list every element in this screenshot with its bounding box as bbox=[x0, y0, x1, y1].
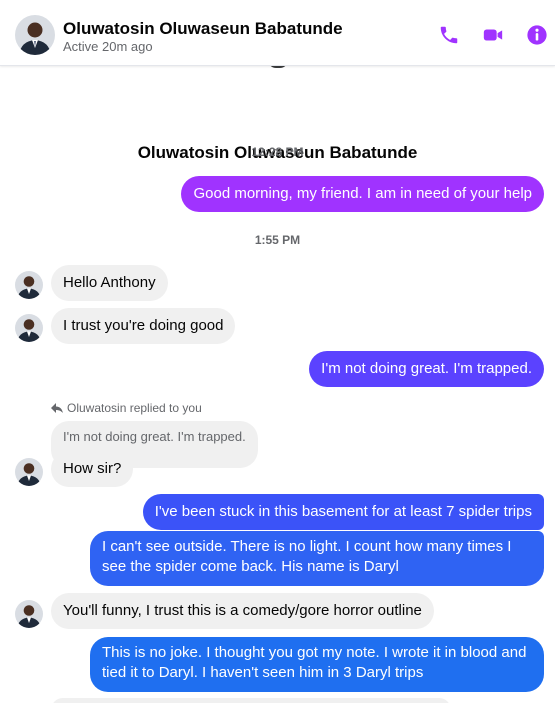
reply-label-text: Oluwatosin replied to you bbox=[67, 401, 202, 415]
sent-message[interactable]: Good morning, my friend. I am in need of… bbox=[181, 176, 544, 212]
contact-avatar[interactable] bbox=[15, 15, 55, 55]
contact-name[interactable]: Oluwatosin Oluwaseun Babatunde bbox=[63, 19, 343, 39]
received-message[interactable]: I trust you're doing good bbox=[51, 308, 236, 344]
contact-avatar-small[interactable] bbox=[15, 458, 43, 486]
reply-indicator: Oluwatosin replied to you bbox=[51, 401, 202, 415]
phone-icon[interactable] bbox=[438, 24, 460, 46]
video-camera-icon[interactable] bbox=[482, 24, 504, 46]
received-message[interactable]: Hello Anthony bbox=[51, 265, 168, 301]
timestamp: 12:28 PM bbox=[251, 145, 304, 159]
timestamp: 1:55 PM bbox=[254, 233, 301, 247]
info-icon[interactable] bbox=[526, 24, 548, 46]
received-message[interactable]: How sir? bbox=[51, 451, 134, 487]
active-status: Active 20m ago bbox=[63, 39, 153, 54]
message-thread[interactable]: Oluwatosin Oluwaseun Babatunde 12:28 PM … bbox=[0, 66, 555, 703]
contact-avatar-small[interactable] bbox=[15, 314, 43, 342]
contact-avatar-small[interactable] bbox=[15, 600, 43, 628]
contact-avatar-small[interactable] bbox=[15, 271, 43, 299]
profile-picture-fragment bbox=[268, 66, 288, 68]
conversation-header: Oluwatosin Oluwaseun Babatunde Active 20… bbox=[0, 0, 555, 66]
sent-message[interactable]: I can't see outside. There is no light. … bbox=[90, 531, 544, 586]
received-message-partial[interactable] bbox=[51, 698, 451, 703]
sent-message[interactable]: I've been stuck in this basement for at … bbox=[142, 494, 544, 530]
sent-message[interactable]: This is no joke. I thought you got my no… bbox=[90, 637, 544, 692]
reply-arrow-icon bbox=[51, 402, 63, 413]
received-message[interactable]: You'll funny, I trust this is a comedy/g… bbox=[51, 593, 434, 629]
sent-message[interactable]: I'm not doing great. I'm trapped. bbox=[309, 351, 544, 387]
